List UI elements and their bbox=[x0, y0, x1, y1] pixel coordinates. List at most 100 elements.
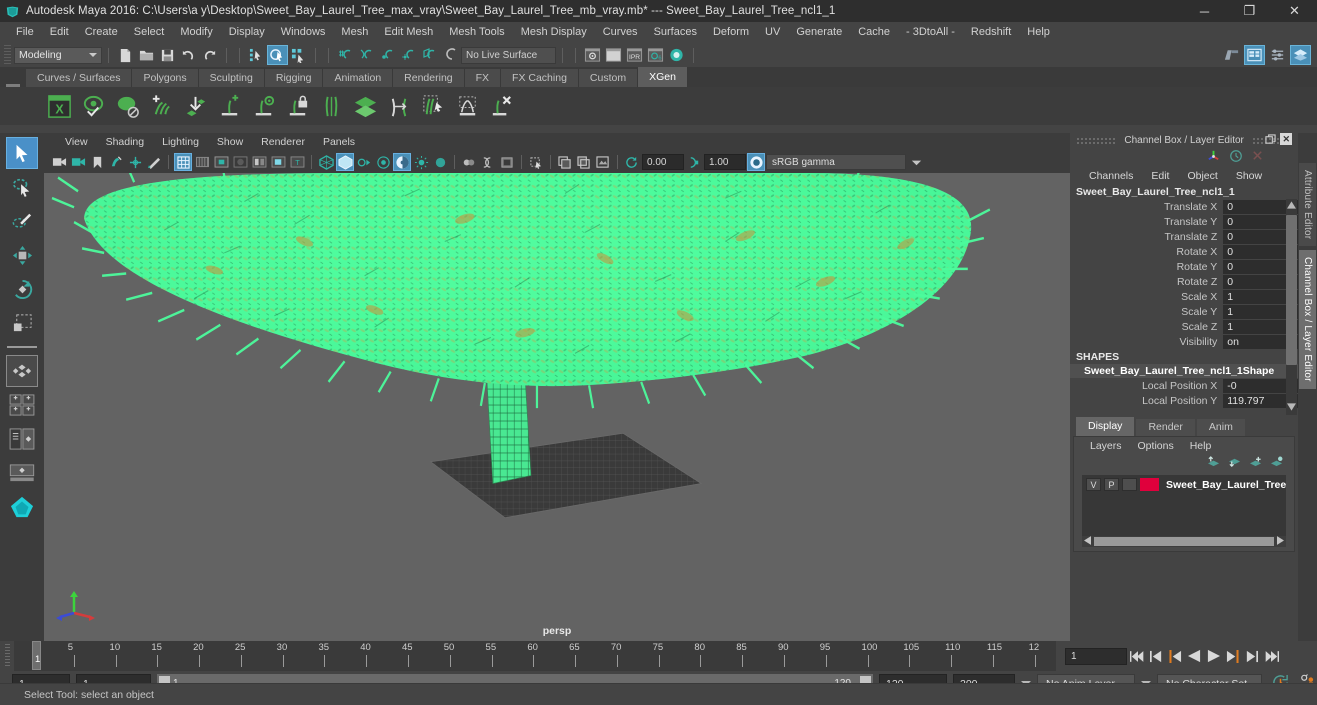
xray-joints-icon[interactable] bbox=[355, 153, 373, 171]
menu-item-redshift[interactable]: Redshift bbox=[963, 22, 1019, 43]
snap-to-curve-button[interactable] bbox=[356, 45, 377, 65]
menu-item-help[interactable]: Help bbox=[1019, 22, 1058, 43]
show-channel-box-icon[interactable] bbox=[1290, 45, 1311, 65]
image-plane-icon[interactable] bbox=[107, 153, 125, 171]
use-all-lights-icon[interactable] bbox=[231, 153, 249, 171]
panel-grip-left[interactable] bbox=[1076, 136, 1117, 144]
paint-select-tool[interactable] bbox=[6, 205, 38, 237]
maximize-button[interactable]: ❐ bbox=[1227, 0, 1272, 22]
menu-set-selector[interactable]: Modeling bbox=[14, 46, 102, 64]
chevron-down-icon[interactable] bbox=[907, 153, 925, 171]
move-layer-down-icon[interactable] bbox=[1228, 456, 1242, 471]
layer-name-label[interactable]: Sweet_Bay_Laurel_Tree bbox=[1162, 479, 1286, 491]
lock-camera-icon[interactable] bbox=[69, 153, 87, 171]
shelf-tab-fx[interactable]: FX bbox=[464, 69, 502, 87]
resolution-gate-icon[interactable] bbox=[479, 153, 497, 171]
menu-item-select[interactable]: Select bbox=[126, 22, 173, 43]
close-panel-icon[interactable]: ✕ bbox=[1280, 133, 1293, 145]
layer-visibility-toggle[interactable]: V bbox=[1086, 478, 1101, 491]
smooth-shade-all-icon[interactable] bbox=[193, 153, 211, 171]
film-gate-icon[interactable] bbox=[460, 153, 478, 171]
manipulator-axis-icon[interactable] bbox=[1206, 148, 1221, 166]
scale-tool[interactable] bbox=[6, 307, 38, 339]
hypershade-button[interactable] bbox=[666, 45, 687, 65]
layer-playback-toggle[interactable]: P bbox=[1104, 478, 1119, 491]
snap-to-projected-center-button[interactable] bbox=[398, 45, 419, 65]
menu-item-modify[interactable]: Modify bbox=[172, 22, 220, 43]
channel-attr-label[interactable]: Rotate Y bbox=[1070, 261, 1223, 273]
shadows-icon[interactable] bbox=[250, 153, 268, 171]
show-tool-settings-icon[interactable] bbox=[1267, 45, 1288, 65]
side-tab-attribute-editor[interactable]: Attribute Editor bbox=[1299, 163, 1317, 247]
channel-attr-label[interactable]: Translate X bbox=[1070, 201, 1223, 213]
gate-mask-icon[interactable] bbox=[498, 153, 516, 171]
layer-tab-render[interactable]: Render bbox=[1136, 419, 1195, 436]
snapshot-viewport-icon[interactable] bbox=[594, 153, 612, 171]
viewport-menu-lighting[interactable]: Lighting bbox=[153, 136, 208, 148]
select-by-hierarchy-button[interactable] bbox=[246, 45, 267, 65]
viewport-menu-renderer[interactable]: Renderer bbox=[252, 136, 314, 148]
lasso-select-tool[interactable] bbox=[6, 171, 38, 203]
channel-attr-label[interactable]: Scale Z bbox=[1070, 321, 1223, 333]
xray-mode-icon[interactable] bbox=[336, 153, 354, 171]
viewport-menu-panels[interactable]: Panels bbox=[314, 136, 364, 148]
render-settings-button[interactable]: 6 bbox=[645, 45, 666, 65]
create-empty-layer-icon[interactable] bbox=[1249, 456, 1263, 471]
render-current-frame-button[interactable] bbox=[582, 45, 603, 65]
gamma-reset-icon[interactable] bbox=[685, 153, 703, 171]
clock-icon[interactable] bbox=[1229, 149, 1243, 166]
minimize-button[interactable]: ─ bbox=[1182, 0, 1227, 22]
channel-box-menu-object[interactable]: Object bbox=[1178, 170, 1226, 182]
xgen-select-guide-icon[interactable] bbox=[248, 91, 278, 121]
shelf-tab-curves-surfaces[interactable]: Curves / Surfaces bbox=[26, 69, 133, 87]
layer-tab-anim[interactable]: Anim bbox=[1196, 419, 1245, 436]
menu-item-surfaces[interactable]: Surfaces bbox=[646, 22, 705, 43]
grease-pencil-icon[interactable] bbox=[145, 153, 163, 171]
xgen-add-description-icon[interactable] bbox=[146, 91, 176, 121]
rotate-tool[interactable] bbox=[6, 273, 38, 305]
select-tool[interactable] bbox=[6, 137, 38, 169]
channel-attr-label[interactable]: Translate Y bbox=[1070, 216, 1223, 228]
move-tool[interactable] bbox=[6, 239, 38, 271]
paste-viewport-icon[interactable] bbox=[575, 153, 593, 171]
channel-attr-label[interactable]: Scale Y bbox=[1070, 306, 1223, 318]
color-management-icon[interactable] bbox=[747, 153, 765, 171]
toolbar-grip[interactable] bbox=[4, 45, 11, 65]
scroll-down-arrow-icon[interactable] bbox=[1287, 402, 1297, 414]
make-live-button[interactable] bbox=[440, 45, 461, 65]
layer-shading-toggle[interactable] bbox=[1122, 478, 1137, 491]
outliner-persp-layout-button[interactable] bbox=[6, 457, 38, 489]
menu-item-cache[interactable]: Cache bbox=[850, 22, 898, 43]
viewport-menu-view[interactable]: View bbox=[56, 136, 97, 148]
menu-item-file[interactable]: File bbox=[8, 22, 42, 43]
shelf-collapse-handle[interactable] bbox=[6, 84, 20, 87]
xray-active-components-icon[interactable] bbox=[374, 153, 392, 171]
channel-attr-label[interactable]: Translate Z bbox=[1070, 231, 1223, 243]
select-camera-icon[interactable] bbox=[50, 153, 68, 171]
menu-item-deform[interactable]: Deform bbox=[705, 22, 757, 43]
channel-box-menu-edit[interactable]: Edit bbox=[1142, 170, 1178, 182]
shelf-tab-animation[interactable]: Animation bbox=[323, 69, 394, 87]
texture-preview-icon[interactable] bbox=[393, 153, 411, 171]
layer-menu-options[interactable]: Options bbox=[1130, 440, 1182, 452]
play-forwards-icon[interactable] bbox=[1205, 647, 1222, 665]
menu-item-mesh-display[interactable]: Mesh Display bbox=[513, 22, 595, 43]
snap-to-grid-button[interactable] bbox=[335, 45, 356, 65]
snap-to-point-button[interactable] bbox=[377, 45, 398, 65]
time-slider-grip[interactable] bbox=[0, 641, 14, 671]
xgen-delete-guide-icon[interactable] bbox=[486, 91, 516, 121]
select-by-object-button[interactable] bbox=[267, 45, 288, 65]
shelf-tab-fx-caching[interactable]: FX Caching bbox=[501, 69, 579, 87]
toggle-sidebar-icon[interactable] bbox=[1221, 45, 1242, 65]
viewport-menu-shading[interactable]: Shading bbox=[97, 136, 154, 148]
xgen-groom-brush-icon[interactable] bbox=[418, 91, 448, 121]
channel-box-menu-channels[interactable]: Channels bbox=[1080, 170, 1142, 182]
xgen-length-tool-icon[interactable] bbox=[384, 91, 414, 121]
xgen-move-guide-icon[interactable] bbox=[316, 91, 346, 121]
shelf-tab-sculpting[interactable]: Sculpting bbox=[198, 69, 265, 87]
layer-scroll-thumb[interactable] bbox=[1094, 537, 1275, 546]
menu-item-windows[interactable]: Windows bbox=[273, 22, 334, 43]
step-forward-keyframe-icon[interactable] bbox=[1243, 647, 1260, 665]
menu-item-generate[interactable]: Generate bbox=[788, 22, 850, 43]
shelf-tab-xgen[interactable]: XGen bbox=[638, 67, 688, 87]
